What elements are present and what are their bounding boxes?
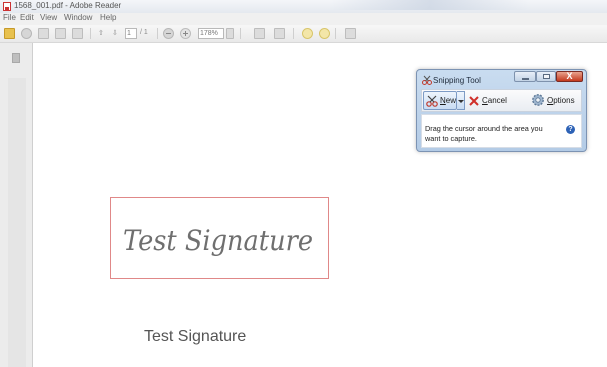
cancel-icon — [469, 95, 479, 106]
email-icon[interactable] — [72, 28, 83, 39]
handwritten-signature: Test Signature — [123, 224, 313, 257]
new-snip-scissors-icon — [426, 95, 438, 107]
navigation-strip — [8, 78, 26, 367]
help-icon[interactable]: ? — [566, 125, 575, 134]
menu-edit[interactable]: Edit — [20, 13, 34, 22]
menu-window[interactable]: Window — [64, 13, 92, 22]
toolbar: ⇧ ⇩ 1 / 1 178% — [0, 25, 607, 43]
page-count: / 1 — [140, 29, 148, 36]
save-icon[interactable] — [38, 28, 49, 39]
zoom-out-icon[interactable] — [163, 28, 174, 39]
typed-signature-name: Test Signature — [144, 328, 247, 345]
new-snip-label: New — [440, 96, 457, 105]
snipping-tool-title: Snipping Tool — [433, 76, 481, 85]
toolbar-separator — [157, 28, 158, 39]
toolbar-separator — [293, 28, 294, 39]
options-button[interactable]: Options — [547, 96, 575, 105]
previous-page-icon[interactable]: ⇧ — [98, 29, 104, 37]
create-pdf-icon[interactable] — [21, 28, 32, 39]
window-title: 1568_001.pdf - Adobe Reader — [14, 1, 122, 10]
comment-icon[interactable] — [302, 28, 313, 39]
snipping-tool-window: Snipping Tool X New Cancel Options Drag … — [416, 69, 587, 152]
fit-page-icon[interactable] — [254, 28, 265, 39]
close-button[interactable]: X — [556, 71, 583, 82]
print-icon[interactable] — [55, 28, 66, 39]
toolbar-separator — [240, 28, 241, 39]
signature-box: Test Signature — [110, 197, 329, 279]
next-page-icon[interactable]: ⇩ — [112, 29, 118, 37]
handwritten-signature-text: Test Signature — [123, 224, 313, 257]
menu-view[interactable]: View — [40, 13, 57, 22]
expand-icon[interactable] — [345, 28, 356, 39]
menu-bar: File Edit View Window Help — [0, 13, 607, 25]
minimize-button[interactable] — [514, 71, 536, 82]
scissors-icon — [422, 75, 432, 85]
maximize-button[interactable] — [536, 71, 556, 82]
cancel-button[interactable]: Cancel — [482, 96, 507, 105]
pages-panel-icon[interactable] — [12, 53, 20, 63]
fit-width-icon[interactable] — [274, 28, 285, 39]
menu-help[interactable]: Help — [100, 13, 116, 22]
toolbar-separator — [90, 28, 91, 39]
menu-file[interactable]: File — [3, 13, 16, 22]
navigation-panel — [0, 43, 33, 367]
zoom-field[interactable]: 178% — [198, 28, 224, 39]
open-file-icon[interactable] — [4, 28, 15, 39]
title-bar-highlight — [330, 0, 530, 10]
snip-mode-dropdown[interactable] — [457, 91, 465, 110]
pdf-file-icon — [3, 2, 11, 11]
zoom-in-icon[interactable] — [180, 28, 191, 39]
page-number-field[interactable]: 1 — [125, 28, 137, 39]
highlight-comment-icon[interactable] — [319, 28, 330, 39]
options-gear-icon — [531, 93, 545, 107]
toolbar-separator — [335, 28, 336, 39]
instruction-text: Drag the cursor around the area you want… — [425, 124, 543, 143]
title-bar: 1568_001.pdf - Adobe Reader — [0, 0, 607, 13]
new-snip-button[interactable]: New — [423, 91, 457, 110]
zoom-dropdown-icon[interactable] — [226, 28, 234, 39]
